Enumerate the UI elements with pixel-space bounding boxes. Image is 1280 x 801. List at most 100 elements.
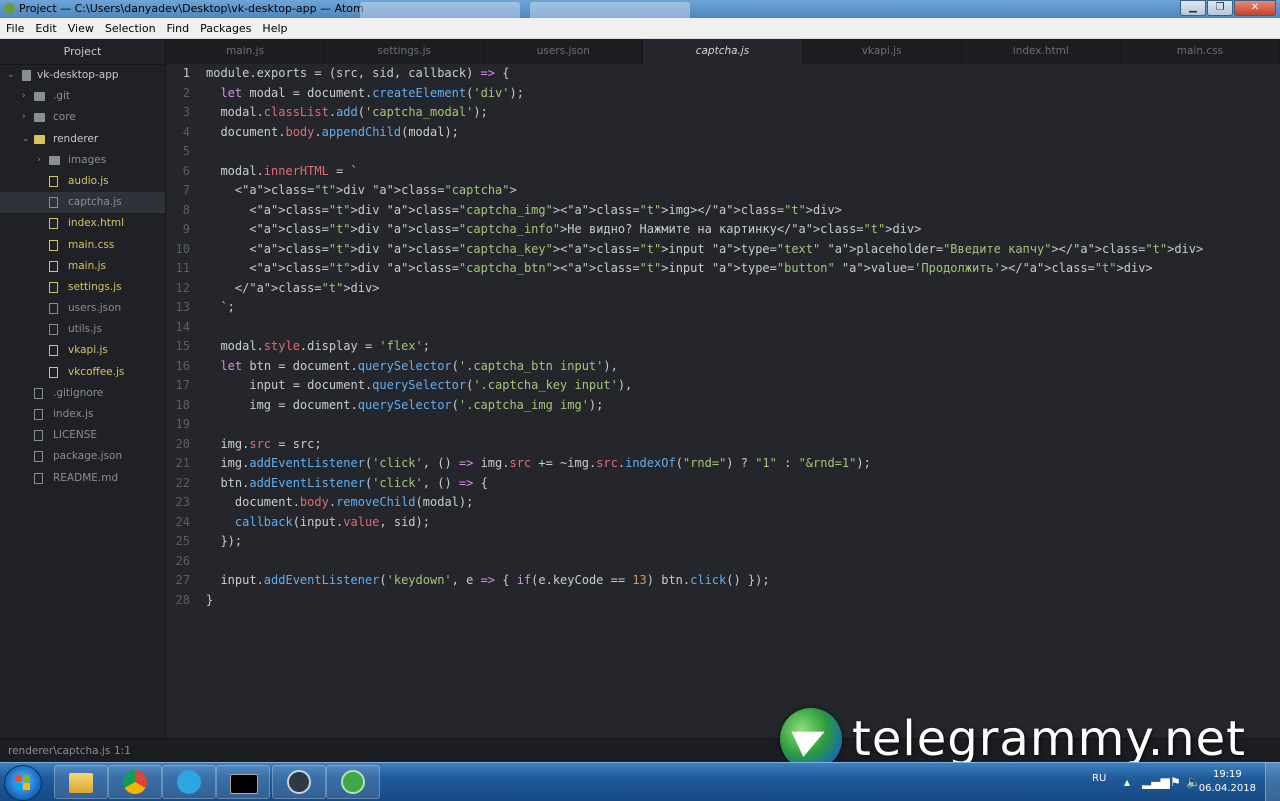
tree-file[interactable]: package.json: [0, 446, 165, 467]
tree-item-label: index.js: [53, 408, 94, 420]
tree-file[interactable]: main.css: [0, 235, 165, 256]
code-editor[interactable]: 1 2 3 4 5 6 7 8 9 10 11 12 13 14 15 16 17 18 19 20 21 22 23 24 2…: [166, 64, 1280, 738]
code-line[interactable]: modal.innerHTML = `: [206, 162, 1203, 182]
code-line[interactable]: <"a">class="t">div "a">class="captcha_ke…: [206, 240, 1203, 260]
file-icon: [34, 409, 43, 420]
status-file-path[interactable]: renderer\captcha.js: [8, 745, 110, 757]
tree-folder[interactable]: › .git: [0, 86, 165, 107]
chevron-right-icon[interactable]: ›: [22, 107, 26, 128]
tree-file[interactable]: .gitignore: [0, 383, 165, 404]
code-line[interactable]: <"a">class="t">div "a">class="captcha_in…: [206, 220, 1203, 240]
tree-folder[interactable]: › images: [0, 150, 165, 171]
tree-file[interactable]: users.json: [0, 298, 165, 319]
menu-selection[interactable]: Selection: [99, 22, 161, 35]
chevron-down-icon[interactable]: ⌄: [22, 129, 30, 150]
line-number: 26: [175, 553, 190, 568]
tree-file[interactable]: LICENSE: [0, 425, 165, 446]
status-cursor-position[interactable]: 1:1: [114, 745, 131, 757]
code-line[interactable]: [206, 142, 1203, 162]
tree-folder[interactable]: ⌄ renderer: [0, 129, 165, 150]
line-number: 22: [175, 475, 190, 490]
tree-file[interactable]: index.html: [0, 213, 165, 234]
menu-file[interactable]: File: [0, 22, 29, 35]
code-line[interactable]: module.exports = (src, sid, callback) =>…: [206, 64, 1203, 84]
code-line[interactable]: input = document.querySelector('.captcha…: [206, 376, 1203, 396]
flag-icon[interactable]: ⚑: [1170, 775, 1181, 789]
tree-item-label: index.html: [68, 217, 124, 230]
code-line[interactable]: img.src = src;: [206, 435, 1203, 455]
clock-time: 19:19: [1212, 769, 1242, 780]
terminal-icon: [230, 774, 258, 794]
code-line[interactable]: let btn = document.querySelector('.captc…: [206, 357, 1203, 377]
windows-logo-icon: [15, 775, 31, 791]
tree-item-label: audio.js: [68, 174, 109, 187]
taskbar-cmd[interactable]: [216, 765, 270, 799]
taskbar-explorer[interactable]: [54, 765, 108, 799]
line-number-gutter: 1 2 3 4 5 6 7 8 9 10 11 12 13 14 15 16 17 18 19 20 21 22 23 24 2…: [166, 64, 190, 610]
code-line[interactable]: modal.classList.add('captcha_modal');: [206, 103, 1203, 123]
tree-folder[interactable]: › core: [0, 107, 165, 128]
tab-main-js[interactable]: main.js: [166, 39, 326, 64]
code-line[interactable]: });: [206, 532, 1203, 552]
code-line[interactable]: <"a">class="t">div "a">class="captcha">: [206, 181, 1203, 201]
tree-file[interactable]: settings.js: [0, 277, 165, 298]
start-button[interactable]: [4, 765, 42, 801]
code-line[interactable]: let modal = document.createElement('div'…: [206, 84, 1203, 104]
menu-help[interactable]: Help: [256, 22, 292, 35]
tree-file[interactable]: audio.js: [0, 171, 165, 192]
menu-find[interactable]: Find: [161, 22, 195, 35]
code-line[interactable]: `;: [206, 298, 1203, 318]
code-line[interactable]: btn.addEventListener('click', () => {: [206, 474, 1203, 494]
tree-file[interactable]: utils.js: [0, 319, 165, 340]
clock[interactable]: 19:19 06.04.2018: [1199, 768, 1256, 796]
taskbar-telegram[interactable]: [162, 765, 216, 799]
maximize-button[interactable]: ❐: [1207, 0, 1233, 16]
code-line[interactable]: callback(input.value, sid);: [206, 513, 1203, 533]
language-indicator[interactable]: RU: [1092, 773, 1106, 784]
menu-view[interactable]: View: [62, 22, 99, 35]
code-content[interactable]: module.exports = (src, sid, callback) =>…: [206, 64, 1203, 610]
tab-index-html[interactable]: index.html: [962, 39, 1121, 64]
taskbar-atom-dev[interactable]: [272, 765, 326, 799]
code-line[interactable]: </"a">class="t">div>: [206, 279, 1203, 299]
code-line[interactable]: }: [206, 591, 1203, 611]
tray-expand-icon[interactable]: ▴: [1124, 775, 1130, 789]
code-line[interactable]: document.body.appendChild(modal);: [206, 123, 1203, 143]
tree-file[interactable]: captcha.js: [0, 192, 165, 214]
code-line[interactable]: input.addEventListener('keydown', e => {…: [206, 571, 1203, 591]
code-line[interactable]: modal.style.display = 'flex';: [206, 337, 1203, 357]
code-line[interactable]: [206, 318, 1203, 338]
code-line[interactable]: document.body.removeChild(modal);: [206, 493, 1203, 513]
tree-file[interactable]: vkapi.js: [0, 340, 165, 361]
chevron-right-icon[interactable]: ›: [22, 86, 26, 107]
line-number: 5: [182, 144, 190, 158]
tab-captcha-js[interactable]: captcha.js: [643, 39, 803, 64]
close-button[interactable]: ✕: [1234, 0, 1276, 16]
chevron-right-icon[interactable]: ›: [37, 150, 41, 171]
code-line[interactable]: [206, 552, 1203, 572]
line-number: 4: [182, 124, 190, 139]
tree-root[interactable]: ⌄ vk-desktop-app: [0, 65, 165, 86]
line-number: 24: [175, 514, 190, 529]
taskbar-atom[interactable]: [326, 765, 380, 799]
show-desktop-button[interactable]: [1265, 763, 1280, 801]
line-number: 11: [175, 261, 190, 275]
code-line[interactable]: img = document.querySelector('.captcha_i…: [206, 396, 1203, 416]
tab-settings-js[interactable]: settings.js: [325, 39, 485, 64]
tab-users-json[interactable]: users.json: [484, 39, 644, 64]
tree-file[interactable]: index.js: [0, 404, 165, 425]
code-line[interactable]: [206, 415, 1203, 435]
tab-vkapi-js[interactable]: vkapi.js: [803, 39, 962, 64]
taskbar-chrome[interactable]: [108, 765, 162, 799]
menu-edit[interactable]: Edit: [29, 22, 61, 35]
tree-file[interactable]: vkcoffee.js: [0, 362, 165, 383]
tab-main-css[interactable]: main.css: [1121, 39, 1280, 64]
menu-packages[interactable]: Packages: [194, 22, 256, 35]
tree-file[interactable]: main.js: [0, 256, 165, 277]
minimize-button[interactable]: ▁: [1180, 0, 1206, 16]
code-line[interactable]: <"a">class="t">div "a">class="captcha_bt…: [206, 259, 1203, 279]
code-line[interactable]: <"a">class="t">div "a">class="captcha_im…: [206, 201, 1203, 221]
code-line[interactable]: img.addEventListener('click', () => img.…: [206, 454, 1203, 474]
network-signal-icon[interactable]: ▂▄▆: [1142, 775, 1170, 789]
tree-file[interactable]: README.md: [0, 468, 165, 489]
